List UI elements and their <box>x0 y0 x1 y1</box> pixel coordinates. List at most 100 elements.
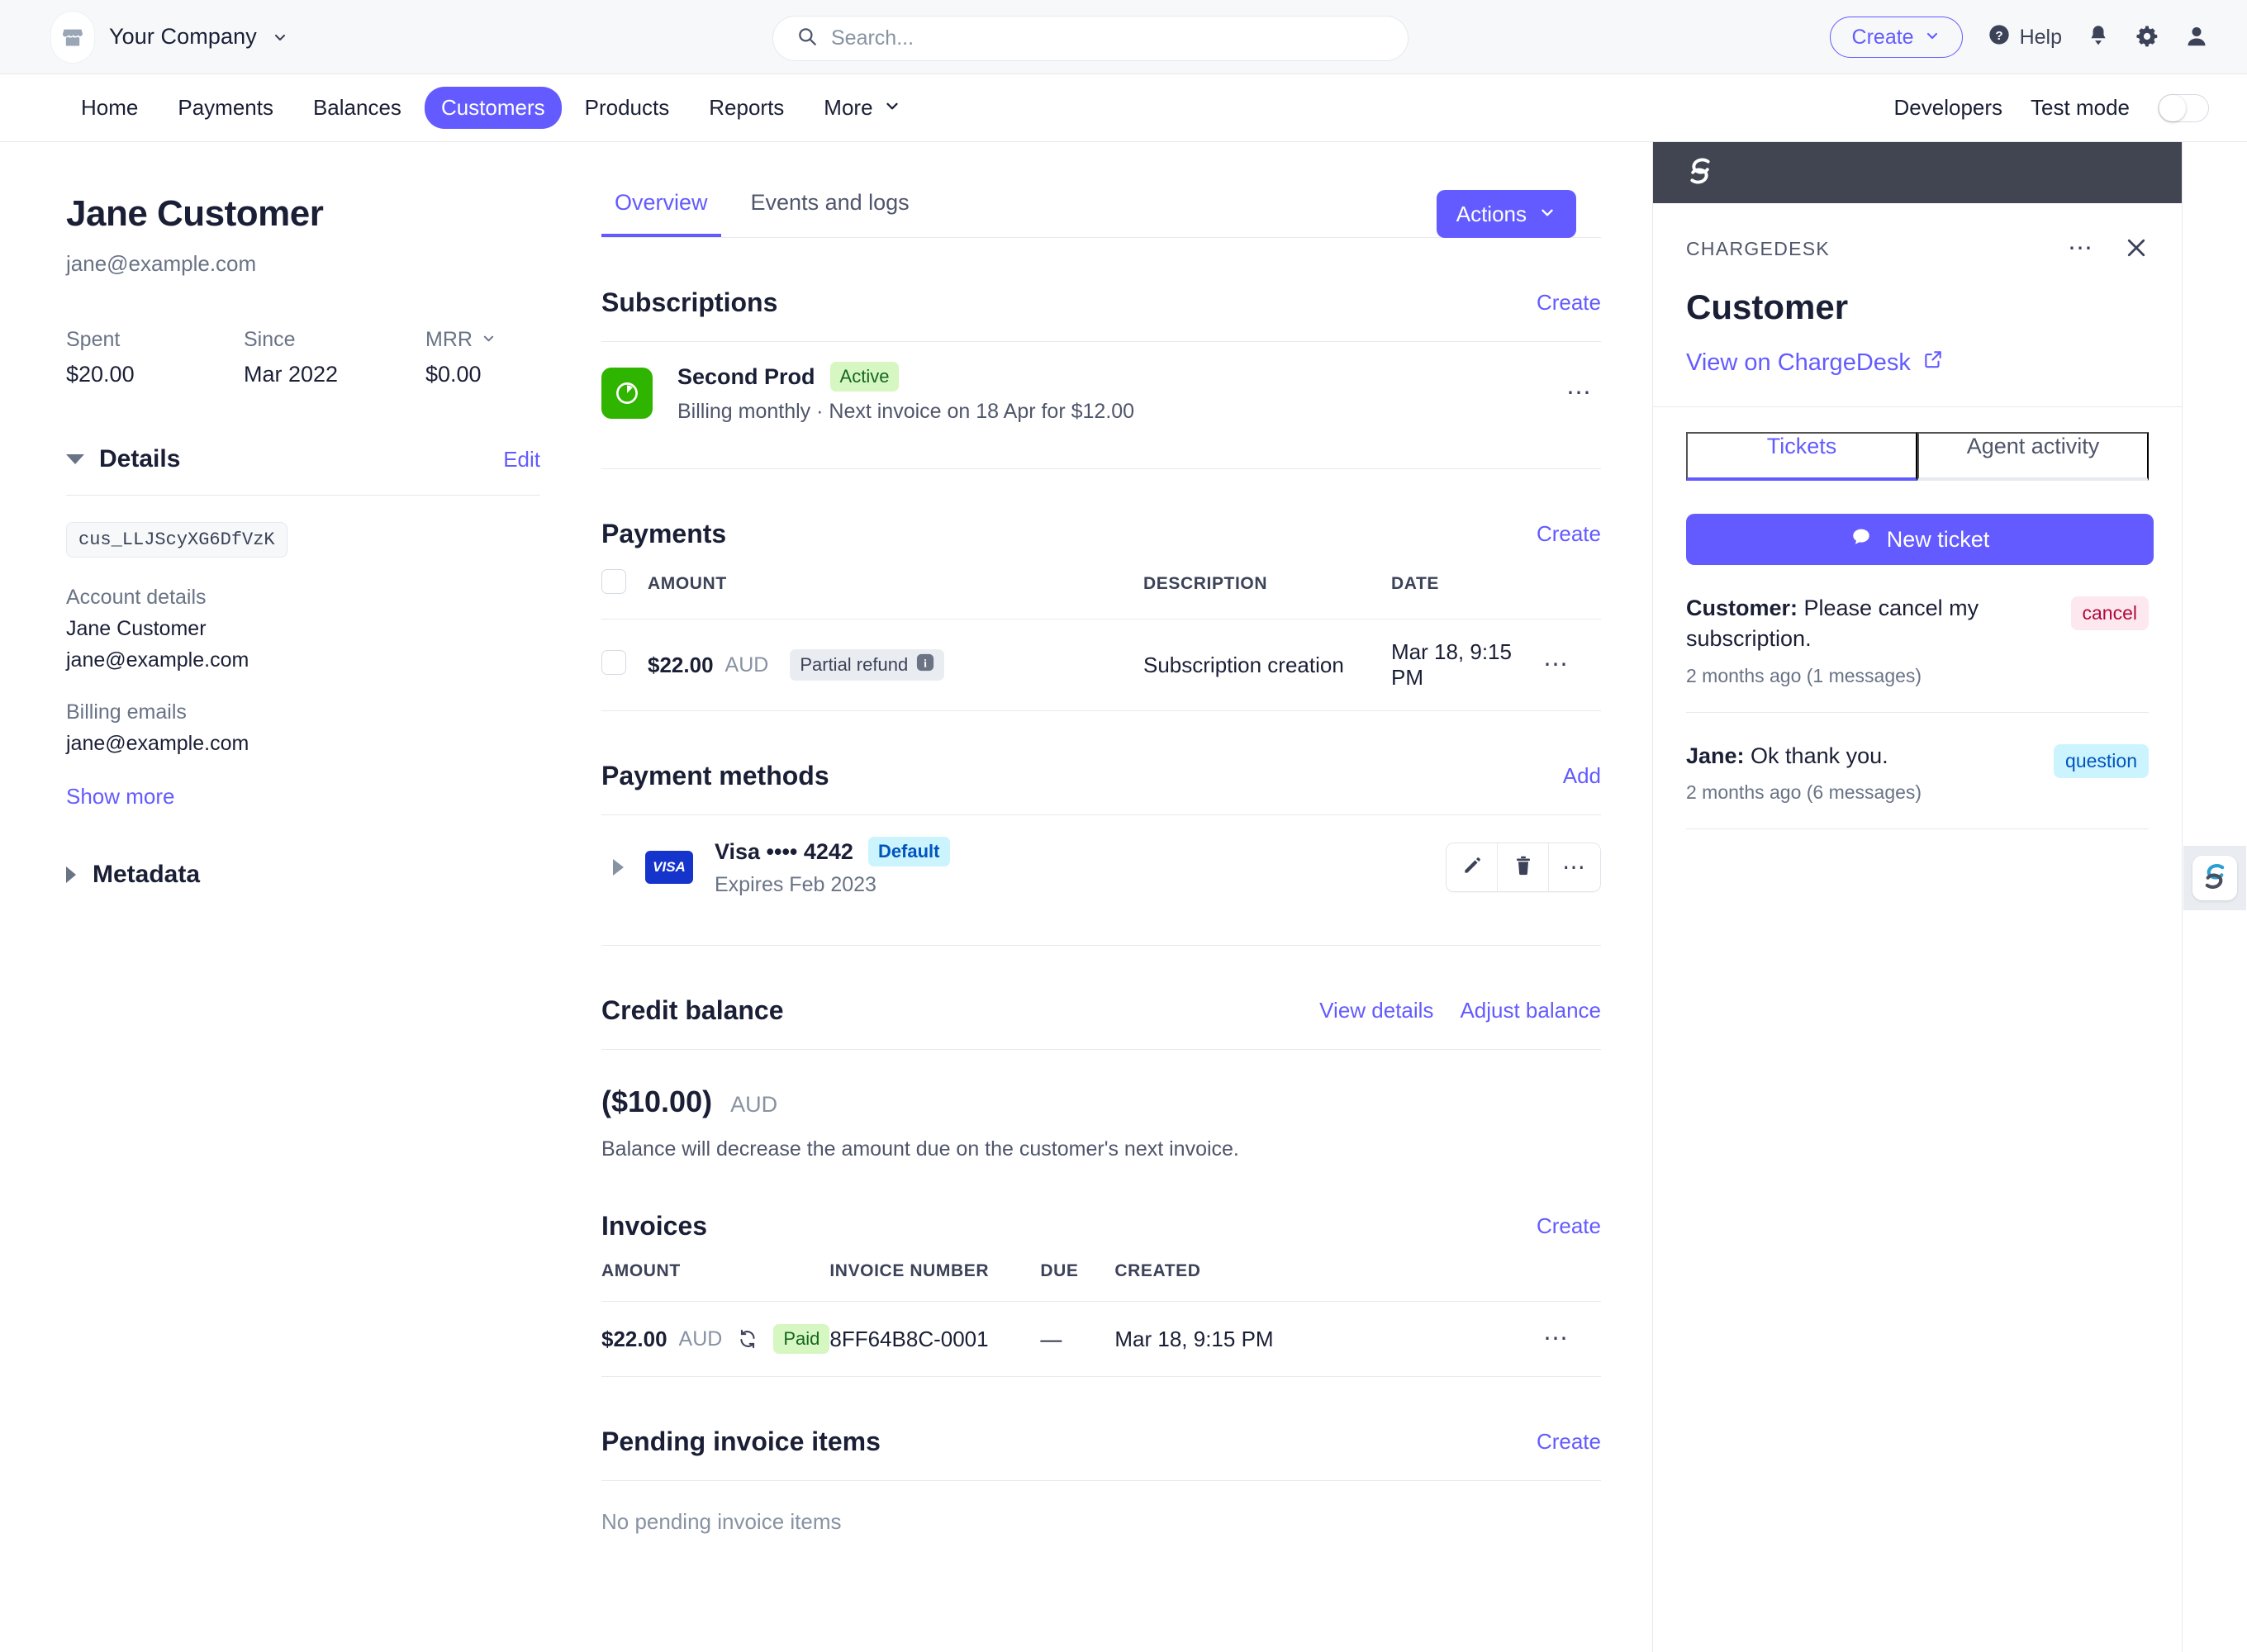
svg-text:?: ? <box>1995 28 2002 42</box>
actions-button[interactable]: Actions <box>1436 190 1576 238</box>
payments-create-link[interactable]: Create <box>1537 521 1601 547</box>
pending-invoice-items-create-link[interactable]: Create <box>1537 1429 1601 1455</box>
subscription-overflow-menu[interactable]: ⋯ <box>1558 376 1601 411</box>
credit-balance-currency: AUD <box>730 1092 778 1117</box>
credit-balance-amount-row: ($10.00) AUD <box>601 1085 1601 1119</box>
stat-spent: Spent $20.00 <box>66 328 227 387</box>
nav-item-payments[interactable]: Payments <box>161 87 290 129</box>
subscriptions-create-link[interactable]: Create <box>1537 290 1601 316</box>
payment-methods-add-link[interactable]: Add <box>1563 763 1601 789</box>
subscriptions-block: Subscriptions Create Second Prod Active … <box>601 287 1601 469</box>
account-button[interactable] <box>2184 24 2209 51</box>
payment-method-row[interactable]: VISA Visa •••• 4242 Default Expires Feb … <box>601 815 1601 922</box>
edit-button[interactable] <box>1447 843 1498 891</box>
invoices-table: AMOUNT INVOICE NUMBER DUE CREATED $22.00 <box>601 1241 1601 1377</box>
nav-item-products[interactable]: Products <box>568 87 686 129</box>
payment-overflow-menu[interactable]: ⋯ <box>1535 648 1578 682</box>
chevron-down-icon <box>883 95 901 121</box>
subscription-main: Second Prod Active Billing monthly · Nex… <box>677 362 1533 424</box>
tab-events-and-logs[interactable]: Events and logs <box>738 190 923 237</box>
tab-overview[interactable]: Overview <box>601 190 721 237</box>
recurring-icon <box>737 1328 758 1350</box>
visa-card-icon: VISA <box>645 850 693 884</box>
credit-balance-header: Credit balance View details Adjust balan… <box>601 995 1601 1026</box>
payments-col-amount: AMOUNT <box>648 549 1143 620</box>
payment-row-select-cell <box>601 619 648 711</box>
list-item[interactable]: Jane: Ok thank you. 2 months ago (6 mess… <box>1686 713 2149 829</box>
panel-tab-agent-activity[interactable]: Agent activity <box>1917 432 2149 481</box>
ticket-tag: cancel <box>2070 596 2149 630</box>
panel-overflow-menu[interactable]: ⋯ <box>2059 231 2102 266</box>
stat-spent-value: $20.00 <box>66 362 135 387</box>
divider <box>601 1049 1601 1050</box>
pending-invoice-items-title: Pending invoice items <box>601 1427 881 1456</box>
notifications-button[interactable] <box>2087 24 2110 51</box>
adjust-balance-link[interactable]: Adjust balance <box>1460 998 1601 1023</box>
company-switcher[interactable]: Your Company <box>0 11 288 63</box>
payment-method-expiry: Expires Feb 2023 <box>715 873 876 896</box>
pending-invoice-items-header: Pending invoice items Create <box>601 1427 1601 1457</box>
credit-balance-title: Credit balance <box>601 995 784 1025</box>
close-icon <box>2124 235 2149 263</box>
panel-tab-tickets[interactable]: Tickets <box>1686 432 1917 481</box>
ticket-text: Ok thank you. <box>1744 743 1888 768</box>
divider <box>601 468 1601 469</box>
stat-mrr[interactable]: MRR $0.00 <box>425 328 496 387</box>
help-button[interactable]: ? Help <box>1988 23 2062 52</box>
invoice-amount: $22.00 <box>601 1326 667 1351</box>
customer-sidebar: Jane Customer jane@example.com Spent $20… <box>0 142 578 1652</box>
invoices-create-link[interactable]: Create <box>1537 1213 1601 1239</box>
developers-link[interactable]: Developers <box>1894 95 2003 121</box>
subscription-row[interactable]: Second Prod Active Billing monthly · Nex… <box>601 342 1601 445</box>
new-ticket-button[interactable]: New ticket <box>1686 514 2154 565</box>
ticket-author: Customer: <box>1686 596 1798 620</box>
search-input[interactable] <box>831 26 1385 50</box>
invoice-amount-cell: $22.00 AUD Paid <box>601 1301 830 1377</box>
actions-button-label: Actions <box>1456 201 1527 226</box>
table-row[interactable]: $22.00 AUD Paid 8FF64B8C‑0001 — Mar 18, … <box>601 1301 1601 1377</box>
row-checkbox[interactable] <box>601 649 626 675</box>
view-details-link[interactable]: View details <box>1319 998 1433 1023</box>
chargedesk-panel: CHARGEDESK ⋯ Customer View on ChargeDesk… <box>1652 142 2183 1652</box>
invoices-header: Invoices Create <box>601 1211 1601 1241</box>
view-on-chargedesk-link[interactable]: View on ChargeDesk <box>1653 327 2182 406</box>
select-all-checkbox[interactable] <box>601 569 626 594</box>
payment-method-overflow-menu[interactable]: ⋯ <box>1549 843 1600 891</box>
create-button[interactable]: Create <box>1829 17 1963 58</box>
invoice-currency: AUD <box>678 1327 723 1351</box>
external-link-icon <box>1922 349 1944 377</box>
primary-nav: Home Payments Balances Customers Product… <box>0 74 2247 142</box>
info-icon[interactable]: i <box>916 653 934 676</box>
test-mode-toggle[interactable] <box>2158 93 2209 122</box>
details-disclosure[interactable]: Details <box>66 445 180 473</box>
details-edit-link[interactable]: Edit <box>503 447 540 472</box>
field-billing-emails: Billing emails jane@example.com <box>66 700 540 756</box>
nav-item-customers[interactable]: Customers <box>424 87 562 129</box>
main-tabs-row: Overview Events and logs Actions <box>601 190 1652 238</box>
field-billing-emails-label: Billing emails <box>66 700 187 724</box>
chargedesk-launcher-tab[interactable] <box>2183 846 2246 910</box>
nav-item-more[interactable]: More <box>807 87 917 129</box>
search-box[interactable] <box>772 16 1409 61</box>
panel-close-button[interactable] <box>2124 235 2149 263</box>
divider <box>1653 406 2182 407</box>
customer-id-chip[interactable]: cus_LLJScyXG6DfVzK <box>66 522 287 558</box>
view-on-chargedesk-label: View on ChargeDesk <box>1686 349 1911 376</box>
invoice-overflow-menu[interactable]: ⋯ <box>1535 1322 1578 1356</box>
show-more-link[interactable]: Show more <box>66 784 175 809</box>
table-row[interactable]: $22.00 AUD Partial refund i Subscription… <box>601 619 1601 711</box>
pending-invoice-items-empty: No pending invoice items <box>601 1509 842 1534</box>
new-ticket-label: New ticket <box>1886 526 1990 552</box>
chevron-right-icon[interactable] <box>613 858 624 876</box>
page-title: Jane Customer <box>66 193 324 234</box>
metadata-disclosure[interactable]: Metadata <box>66 861 540 889</box>
top-bar-actions: Create ? Help <box>1829 0 2209 74</box>
nav-item-home[interactable]: Home <box>64 87 154 129</box>
list-item[interactable]: Customer: Please cancel my subscription.… <box>1686 565 2149 713</box>
settings-button[interactable] <box>2135 24 2159 51</box>
payments-select-all-cell <box>601 549 648 620</box>
nav-item-reports[interactable]: Reports <box>692 87 800 129</box>
stat-mrr-value: $0.00 <box>425 362 482 387</box>
nav-item-balances[interactable]: Balances <box>297 87 418 129</box>
delete-button[interactable] <box>1498 843 1549 891</box>
